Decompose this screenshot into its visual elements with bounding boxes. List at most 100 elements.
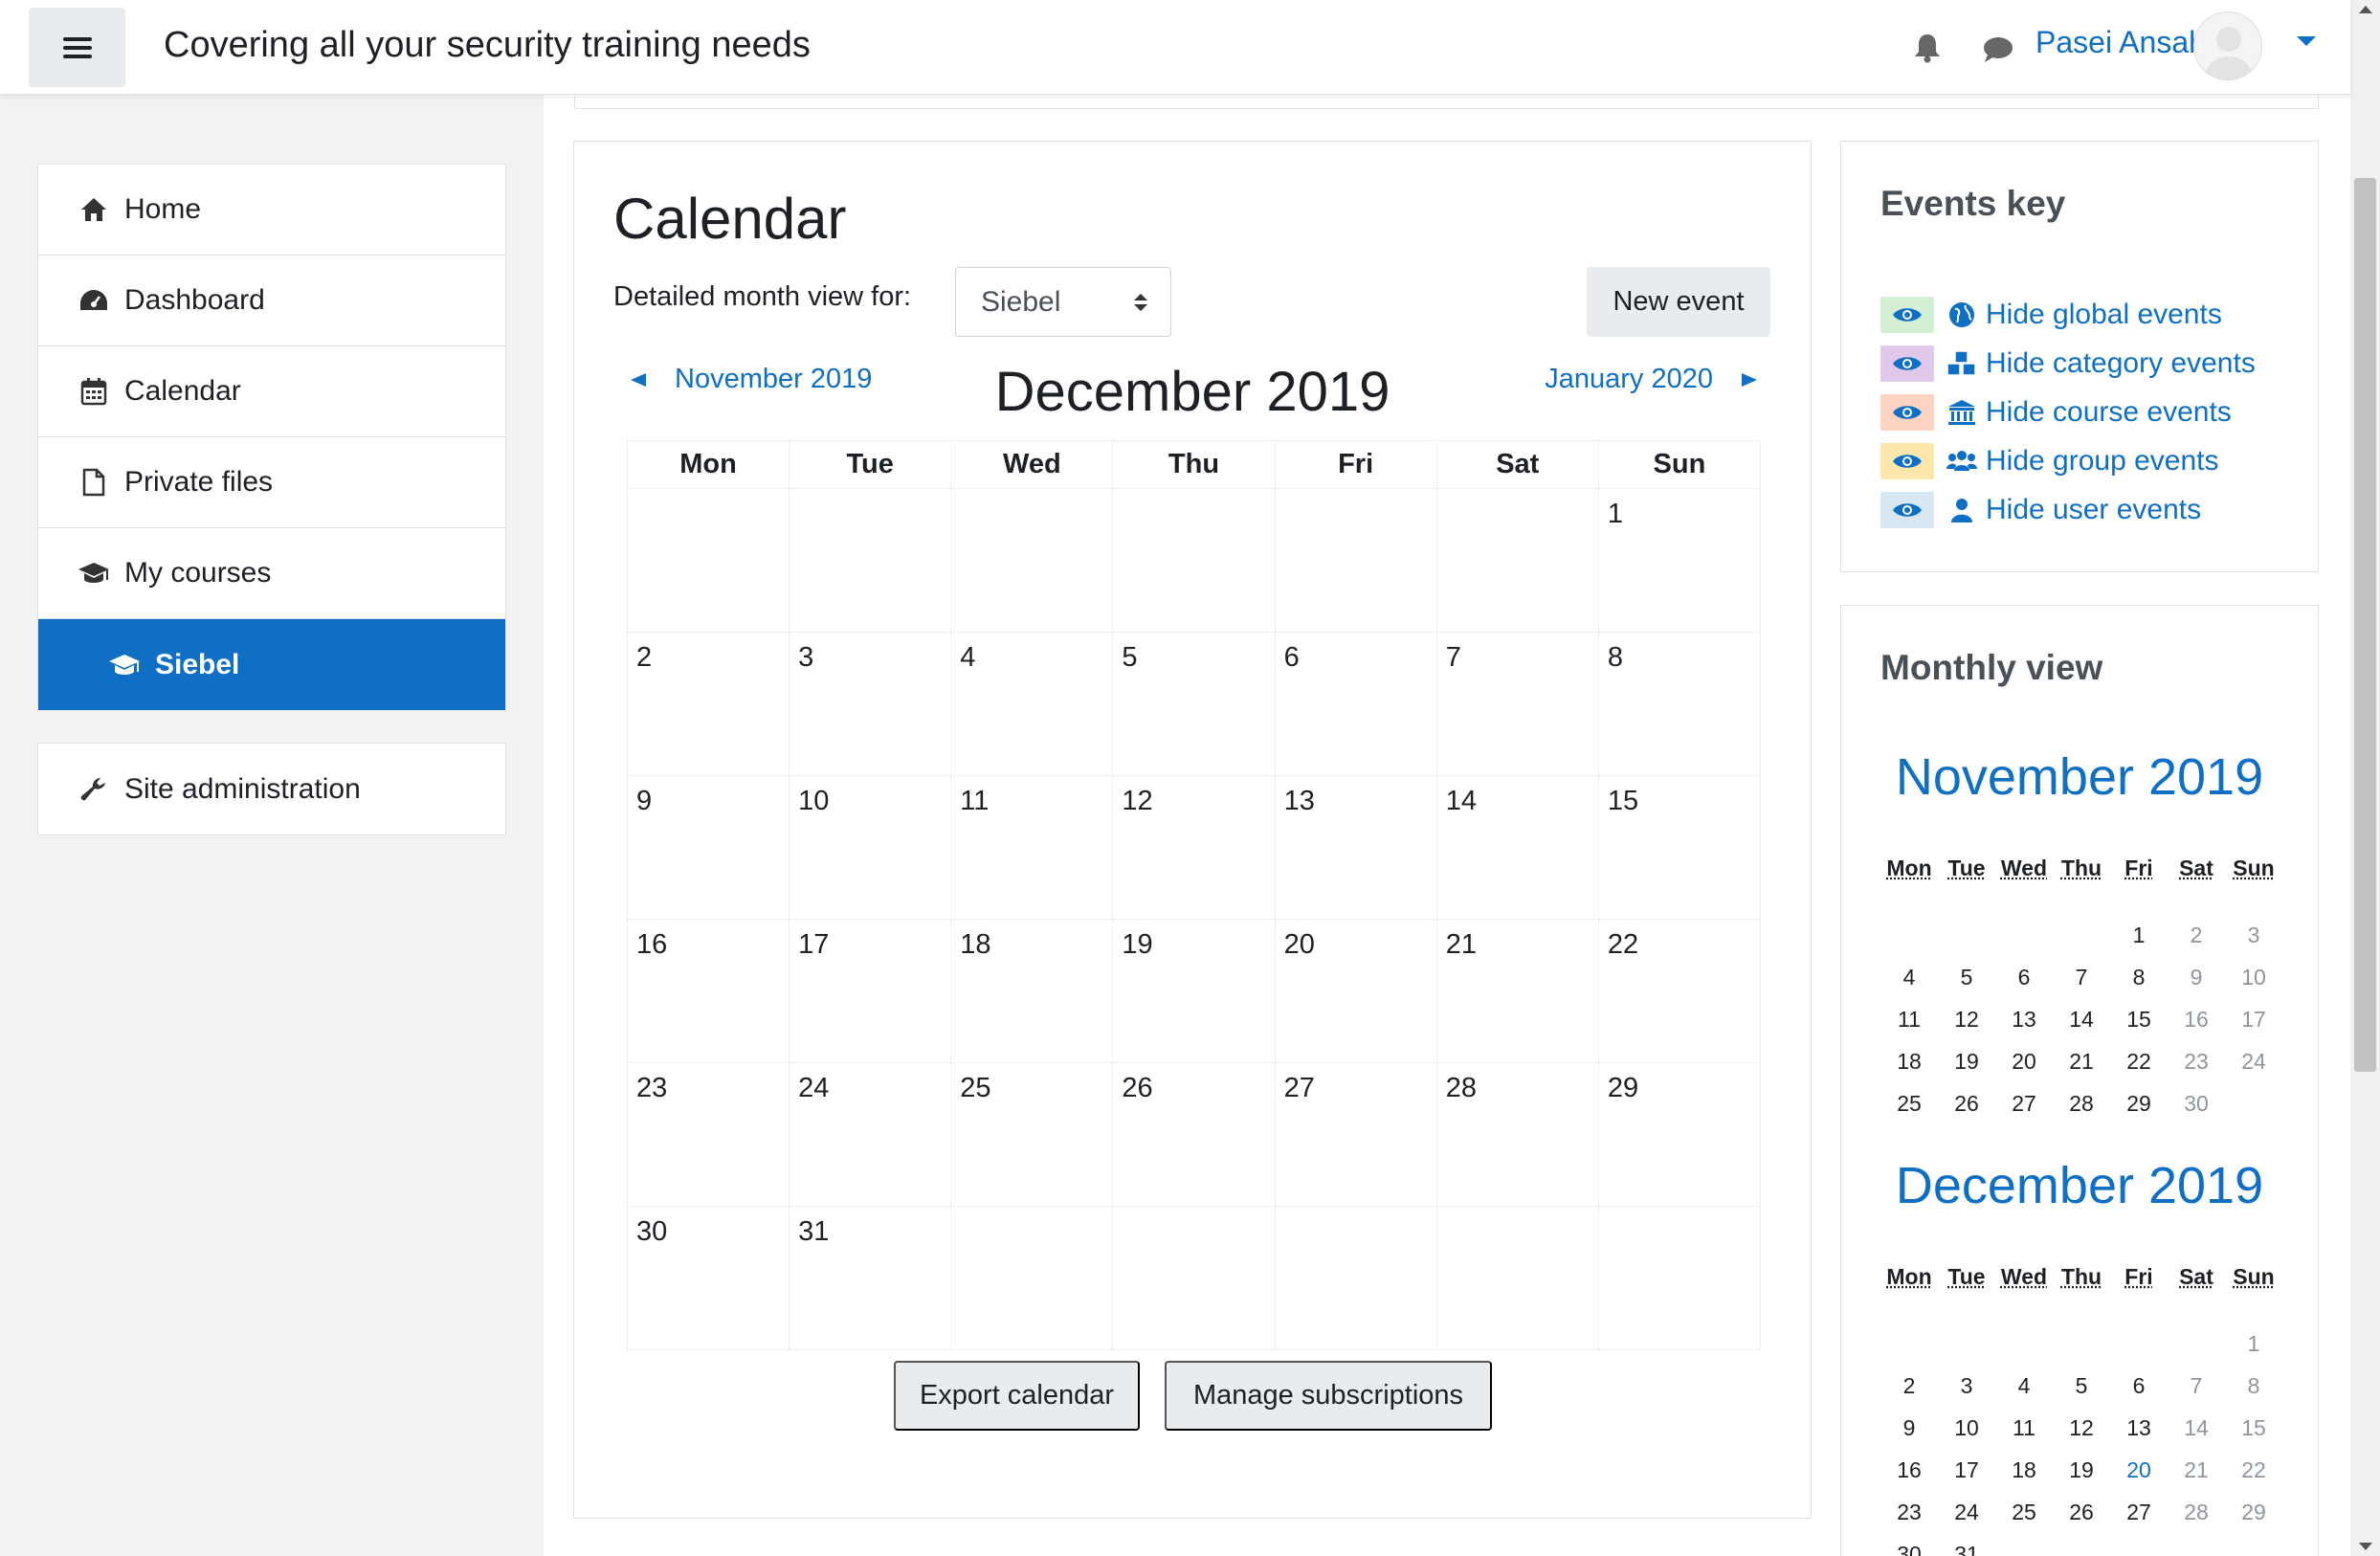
mini-day-cell[interactable]: 29: [2110, 1082, 2168, 1124]
mini-day-cell[interactable]: 16: [1880, 1449, 1938, 1491]
next-month-link[interactable]: January 2020: [1545, 364, 1757, 395]
mini-day-cell[interactable]: 31: [1938, 1533, 1995, 1556]
calendar-day-cell[interactable]: 14: [1436, 776, 1598, 920]
mini-day-cell[interactable]: 1: [2225, 1323, 2282, 1365]
mini-month-title[interactable]: December 2019: [1841, 1156, 2318, 1215]
mini-day-cell[interactable]: 22: [2110, 1040, 2168, 1082]
mini-day-cell[interactable]: 19: [1938, 1040, 1995, 1082]
mini-day-cell[interactable]: 25: [1995, 1491, 2053, 1533]
sidebar-item-site-administration[interactable]: Site administration: [38, 744, 505, 834]
mini-day-cell[interactable]: 6: [2110, 1365, 2168, 1407]
events-key-row-category[interactable]: Hide category events: [1880, 339, 2256, 388]
calendar-day-cell[interactable]: 20: [1275, 920, 1436, 1063]
calendar-day-cell[interactable]: 11: [951, 776, 1113, 920]
mini-day-cell[interactable]: 21: [2053, 1040, 2110, 1082]
calendar-day-cell[interactable]: 4: [951, 633, 1113, 776]
mini-day-cell[interactable]: 30: [2168, 1082, 2225, 1124]
mini-day-cell[interactable]: 24: [1938, 1491, 1995, 1533]
mini-day-cell[interactable]: 11: [1880, 998, 1938, 1040]
avatar[interactable]: [2193, 11, 2262, 80]
mini-day-cell[interactable]: 7: [2168, 1365, 2225, 1407]
course-select[interactable]: Siebel: [955, 267, 1171, 337]
mini-day-cell[interactable]: 14: [2168, 1407, 2225, 1449]
calendar-day-cell[interactable]: 23: [628, 1063, 790, 1207]
mini-day-cell[interactable]: 28: [2168, 1491, 2225, 1533]
sidebar-item-siebel[interactable]: Siebel: [38, 619, 505, 710]
prev-month-link[interactable]: November 2019: [631, 364, 872, 395]
manage-subscriptions-button[interactable]: Manage subscriptions: [1165, 1361, 1492, 1431]
scroll-thumb[interactable]: [2354, 178, 2376, 1072]
calendar-day-cell[interactable]: 25: [951, 1063, 1113, 1207]
mini-day-cell[interactable]: 29: [2225, 1491, 2282, 1533]
mini-day-cell[interactable]: 28: [2053, 1082, 2110, 1124]
mini-day-cell[interactable]: 10: [2225, 956, 2282, 998]
export-calendar-button[interactable]: Export calendar: [894, 1361, 1140, 1431]
bell-icon[interactable]: [1908, 29, 1946, 67]
calendar-day-cell[interactable]: 1: [1598, 489, 1760, 633]
mini-day-cell[interactable]: 8: [2110, 956, 2168, 998]
mini-day-cell[interactable]: 4: [1880, 956, 1938, 998]
mini-day-cell[interactable]: 8: [2225, 1365, 2282, 1407]
mini-day-cell[interactable]: 15: [2110, 998, 2168, 1040]
events-key-row-user[interactable]: Hide user events: [1880, 485, 2256, 534]
mini-day-cell[interactable]: 13: [2110, 1407, 2168, 1449]
mini-day-cell[interactable]: 17: [2225, 998, 2282, 1040]
mini-day-cell[interactable]: 23: [1880, 1491, 1938, 1533]
events-key-row-group[interactable]: Hide group events: [1880, 436, 2256, 485]
site-name[interactable]: Covering all your security training need…: [164, 25, 811, 66]
chat-icon[interactable]: [1979, 31, 2017, 69]
menu-toggle-button[interactable]: [29, 8, 125, 87]
mini-day-cell[interactable]: 30: [1880, 1533, 1938, 1556]
mini-day-cell[interactable]: 22: [2225, 1449, 2282, 1491]
scroll-up-arrow-icon[interactable]: [2359, 6, 2372, 13]
mini-day-cell[interactable]: 17: [1938, 1449, 1995, 1491]
mini-day-cell[interactable]: 10: [1938, 1407, 1995, 1449]
mini-day-cell[interactable]: 14: [2053, 998, 2110, 1040]
mini-day-cell[interactable]: 9: [2168, 956, 2225, 998]
calendar-day-cell[interactable]: 17: [790, 920, 951, 1063]
mini-month-title[interactable]: November 2019: [1841, 747, 2318, 807]
calendar-day-cell[interactable]: 18: [951, 920, 1113, 1063]
new-event-button[interactable]: New event: [1587, 267, 1770, 337]
calendar-day-cell[interactable]: 9: [628, 776, 790, 920]
calendar-day-cell[interactable]: 22: [1598, 920, 1760, 1063]
mini-day-cell[interactable]: 27: [2110, 1491, 2168, 1533]
mini-day-cell[interactable]: 5: [2053, 1365, 2110, 1407]
mini-day-cell[interactable]: 7: [2053, 956, 2110, 998]
calendar-day-cell[interactable]: 26: [1113, 1063, 1275, 1207]
calendar-day-cell[interactable]: 27: [1275, 1063, 1436, 1207]
sidebar-item-home[interactable]: Home: [38, 165, 505, 256]
sidebar-item-my-courses[interactable]: My courses: [38, 528, 505, 619]
mini-day-cell[interactable]: 19: [2053, 1449, 2110, 1491]
eye-icon[interactable]: [1880, 492, 1934, 528]
mini-day-cell[interactable]: 18: [1880, 1040, 1938, 1082]
calendar-day-cell[interactable]: 16: [628, 920, 790, 1063]
sidebar-item-calendar[interactable]: Calendar: [38, 346, 505, 437]
mini-day-cell[interactable]: 12: [1938, 998, 1995, 1040]
mini-day-cell[interactable]: 5: [1938, 956, 1995, 998]
mini-day-cell[interactable]: 24: [2225, 1040, 2282, 1082]
mini-day-cell[interactable]: 18: [1995, 1449, 2053, 1491]
mini-day-cell[interactable]: 23: [2168, 1040, 2225, 1082]
page-scrollbar[interactable]: [2350, 0, 2380, 1556]
mini-day-cell[interactable]: 20: [2110, 1449, 2168, 1491]
mini-day-cell[interactable]: 3: [1938, 1365, 1995, 1407]
calendar-day-cell[interactable]: 13: [1275, 776, 1436, 920]
events-key-row-course[interactable]: Hide course events: [1880, 388, 2256, 436]
mini-day-cell[interactable]: 20: [1995, 1040, 2053, 1082]
mini-day-cell[interactable]: 3: [2225, 914, 2282, 956]
calendar-day-cell[interactable]: 2: [628, 633, 790, 776]
mini-day-cell[interactable]: 1: [2110, 914, 2168, 956]
calendar-day-cell[interactable]: 8: [1598, 633, 1760, 776]
calendar-day-cell[interactable]: 19: [1113, 920, 1275, 1063]
calendar-day-cell[interactable]: 28: [1436, 1063, 1598, 1207]
eye-icon[interactable]: [1880, 394, 1934, 431]
mini-day-cell[interactable]: 12: [2053, 1407, 2110, 1449]
mini-day-cell[interactable]: 26: [1938, 1082, 1995, 1124]
calendar-day-cell[interactable]: 3: [790, 633, 951, 776]
eye-icon[interactable]: [1880, 345, 1934, 382]
calendar-day-cell[interactable]: 15: [1598, 776, 1760, 920]
mini-day-cell[interactable]: 13: [1995, 998, 2053, 1040]
calendar-day-cell[interactable]: 30: [628, 1207, 790, 1350]
calendar-day-cell[interactable]: 5: [1113, 633, 1275, 776]
